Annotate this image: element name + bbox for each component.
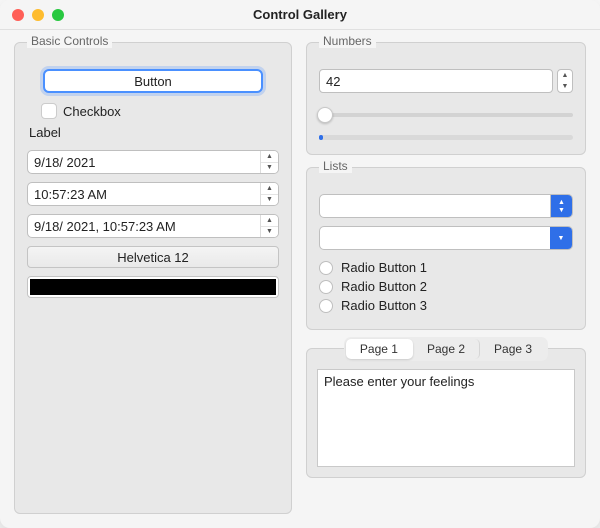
tab-page-2[interactable]: Page 2: [413, 339, 480, 359]
tab-bar: Page 1 Page 2 Page 3: [317, 337, 575, 361]
window-title: Control Gallery: [253, 7, 347, 22]
traffic-lights: [12, 9, 64, 21]
chevron-down-icon[interactable]: ▼: [261, 227, 278, 238]
radio-icon[interactable]: [319, 299, 333, 313]
time-value[interactable]: 10:57:23 AM: [28, 183, 260, 205]
number-spinbox[interactable]: 42 ▲ ▼: [319, 69, 573, 93]
date-picker[interactable]: 9/18/ 2021 ▲ ▼: [27, 150, 279, 174]
group-numbers: Numbers 42 ▲ ▼: [306, 42, 586, 155]
datetime-picker[interactable]: 9/18/ 2021, 10:57:23 AM ▲ ▼: [27, 214, 279, 238]
radio-2[interactable]: Radio Button 2: [319, 277, 573, 296]
radio-3[interactable]: Radio Button 3: [319, 296, 573, 315]
popup-arrow-icon[interactable]: ▼: [550, 227, 572, 249]
progress-bar: [319, 135, 573, 140]
chevron-up-icon[interactable]: ▲: [261, 183, 278, 195]
radio-icon[interactable]: [319, 280, 333, 294]
chevron-down-icon[interactable]: ▼: [261, 163, 278, 174]
titlebar: Control Gallery: [0, 0, 600, 30]
chevron-down-icon[interactable]: ▼: [261, 195, 278, 206]
tab-container: Page 1 Page 2 Page 3 Please enter your f…: [306, 348, 586, 478]
date-value[interactable]: 9/18/ 2021: [28, 151, 260, 173]
time-stepper[interactable]: ▲ ▼: [260, 183, 278, 205]
legend-numbers: Numbers: [319, 34, 376, 48]
editable-combobox[interactable]: ▼: [319, 226, 573, 250]
color-well[interactable]: [27, 276, 279, 298]
datetime-value[interactable]: 9/18/ 2021, 10:57:23 AM: [28, 215, 260, 237]
zoom-icon[interactable]: [52, 9, 64, 21]
group-lists: Lists ▲▼ ▼ Radio Button 1: [306, 167, 586, 330]
font-button-label: Helvetica 12: [117, 250, 189, 265]
slider[interactable]: [319, 107, 573, 123]
spinbox-stepper[interactable]: ▲ ▼: [557, 69, 573, 93]
content: Basic Controls Button Checkbox Label 9/1…: [0, 30, 600, 528]
progress-fill: [319, 135, 323, 140]
static-label: Label: [27, 125, 279, 140]
slider-track: [319, 113, 573, 117]
sample-button-label: Button: [134, 74, 172, 89]
color-swatch: [30, 279, 276, 295]
combobox-value[interactable]: [320, 195, 550, 217]
tab-page-3[interactable]: Page 3: [480, 339, 546, 359]
font-button[interactable]: Helvetica 12: [27, 246, 279, 268]
checkbox-label: Checkbox: [63, 104, 121, 119]
feelings-entry[interactable]: Please enter your feelings: [317, 369, 575, 467]
date-stepper[interactable]: ▲ ▼: [260, 151, 278, 173]
checkbox-box[interactable]: [41, 103, 57, 119]
radio-icon[interactable]: [319, 261, 333, 275]
radio-label: Radio Button 3: [341, 298, 427, 313]
slider-thumb[interactable]: [317, 107, 333, 123]
legend-basic: Basic Controls: [27, 34, 112, 48]
time-picker[interactable]: 10:57:23 AM ▲ ▼: [27, 182, 279, 206]
window: Control Gallery Basic Controls Button Ch…: [0, 0, 600, 528]
radio-label: Radio Button 1: [341, 260, 427, 275]
chevron-up-icon[interactable]: ▲: [261, 215, 278, 227]
chevron-down-icon[interactable]: ▼: [558, 81, 572, 92]
chevron-up-icon[interactable]: ▲: [558, 70, 572, 81]
minimize-icon[interactable]: [32, 9, 44, 21]
combobox-arrow-icon[interactable]: ▲▼: [550, 195, 572, 217]
editable-value[interactable]: [320, 227, 550, 249]
datetime-stepper[interactable]: ▲ ▼: [260, 215, 278, 237]
close-icon[interactable]: [12, 9, 24, 21]
legend-lists: Lists: [319, 159, 352, 173]
sample-button[interactable]: Button: [43, 69, 263, 93]
checkbox-row[interactable]: Checkbox: [27, 103, 279, 119]
spinbox-value[interactable]: 42: [319, 69, 553, 93]
radio-1[interactable]: Radio Button 1: [319, 258, 573, 277]
group-basic-controls: Basic Controls Button Checkbox Label 9/1…: [14, 42, 292, 514]
combobox[interactable]: ▲▼: [319, 194, 573, 218]
tab-page-1[interactable]: Page 1: [346, 339, 413, 359]
radio-label: Radio Button 2: [341, 279, 427, 294]
chevron-up-icon[interactable]: ▲: [261, 151, 278, 163]
